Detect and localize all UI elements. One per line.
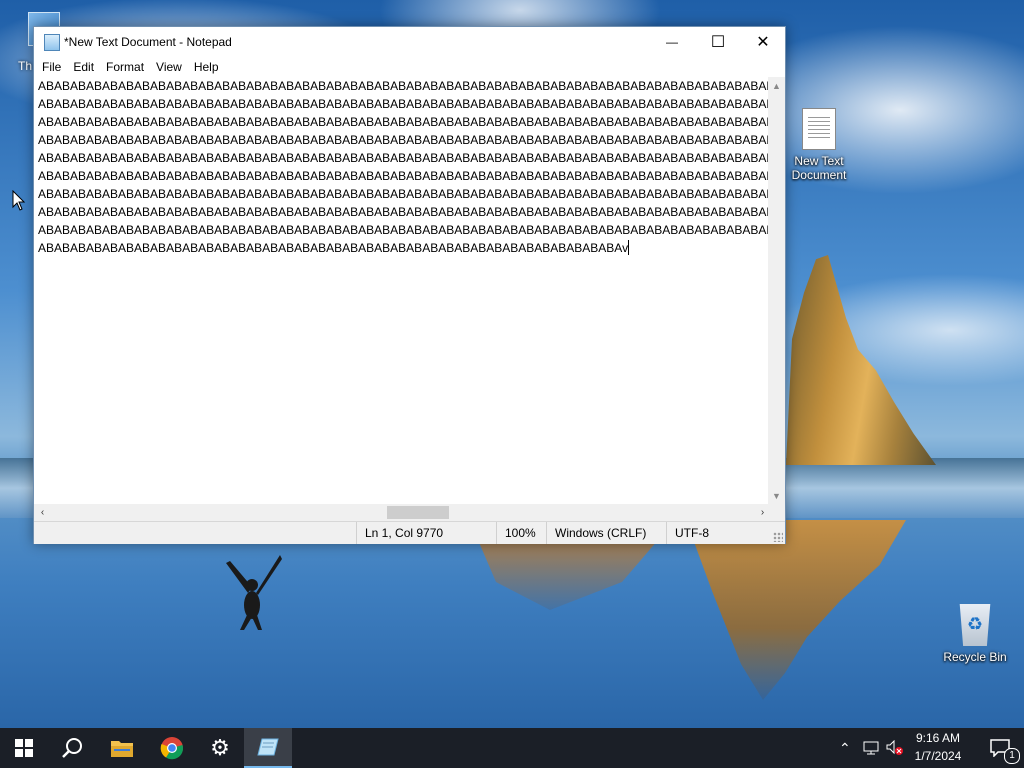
scroll-up-icon[interactable]: ▲ [768,77,785,94]
editor-line: ABABABABABABABABABABABABABABABABABABABAB… [38,133,771,147]
editor-line: ABABABABABABABABABABABABABABABABABABABAB… [38,151,771,165]
folder-icon [111,741,133,757]
notification-center-button[interactable]: 1 [976,728,1024,768]
horizontal-scrollbar[interactable]: ‹ › [34,504,771,521]
vertical-scrollbar[interactable]: ▲ ▼ [768,77,785,504]
start-button[interactable] [0,728,48,768]
title-bar[interactable]: *New Text Document - Notepad — ☐ ✕ [34,27,785,57]
menu-view[interactable]: View [150,60,188,74]
text-caret [628,240,630,255]
window-title: *New Text Document - Notepad [64,35,232,49]
minimize-icon: — [666,35,678,49]
chrome-icon [160,737,184,760]
editor-line: ABABABABABABABABABABABABABABABABABABABAB… [38,223,771,237]
menu-file[interactable]: File [36,60,67,74]
notepad-window[interactable]: *New Text Document - Notepad — ☐ ✕ File … [33,26,786,544]
desktop-icon-label: Th [18,59,33,73]
clock-time[interactable]: 9:16 AM [906,731,970,745]
gear-icon: ⚙ [210,735,230,760]
menu-bar: File Edit Format View Help [34,57,785,77]
taskbar-settings[interactable]: ⚙ [196,728,244,768]
taskbar-chrome[interactable] [148,728,196,768]
editor-line: ABABABABABABABABABABABABABABABABABABABAB… [38,79,771,93]
minimize-button[interactable]: — [649,27,695,57]
desktop-icon-new-text-document[interactable]: New Text Document [779,108,859,182]
text-file-icon [802,108,836,150]
search-button[interactable] [48,728,96,768]
desktop-icon-label: Recycle Bin [943,650,1007,664]
editor-line-text: ABABABABABABABABABABABABABABABABABABABAB… [38,241,629,255]
notepad-icon [44,34,60,51]
editor-line: ABABABABABABABABABABABABABABABABABABABAB… [38,205,771,219]
notepad-icon [257,738,279,756]
desktop-icon-label: New Text Document [791,154,847,182]
clock-date[interactable]: 1/7/2024 [906,749,970,763]
editor-line: ABABABABABABABABABABABABABABABABABABABAB… [38,169,771,183]
editor-line: ABABABABABABABABABABABABABABABABABABABAB… [38,187,771,201]
close-button[interactable]: ✕ [740,27,786,57]
recycle-bin-icon [959,604,991,646]
text-editor[interactable]: ABABABABABABABABABABABABABABABABABABABAB… [34,77,771,504]
chevron-up-icon[interactable]: ⌃ [839,740,851,757]
menu-help[interactable]: Help [188,60,225,74]
cliff-reflection [686,520,906,700]
resize-grip-icon[interactable] [773,532,783,542]
windows-logo-icon [15,739,33,757]
network-icon[interactable] [863,741,879,755]
status-encoding: UTF-8 [666,522,785,544]
status-bar: Ln 1, Col 9770 100% Windows (CRLF) UTF-8 [34,521,785,544]
scroll-left-icon[interactable]: ‹ [34,504,51,521]
horizontal-scroll-thumb[interactable] [387,506,449,519]
cliff-reflection-left [478,540,658,610]
taskbar-notepad[interactable] [244,728,292,768]
menu-format[interactable]: Format [100,60,150,74]
taskbar-file-explorer[interactable] [98,728,146,768]
scrollbar-corner [768,504,785,521]
scroll-down-icon[interactable]: ▼ [768,487,785,504]
taskbar: ⚙ ⌃ 9:16 AM 1/7/2024 1 [0,728,1024,768]
person-silhouette [226,555,282,630]
maximize-icon: ☐ [710,34,726,51]
status-zoom: 100% [496,522,546,544]
mouse-cursor-icon [12,190,26,211]
status-line-ending: Windows (CRLF) [546,522,666,544]
search-icon [62,738,82,758]
notification-badge: 1 [1004,748,1020,764]
status-position: Ln 1, Col 9770 [356,522,496,544]
editor-line: ABABABABABABABABABABABABABABABABABABABAB… [38,115,771,129]
close-icon: ✕ [756,34,770,51]
cliff-rock [786,255,936,465]
menu-edit[interactable]: Edit [67,60,100,74]
maximize-button[interactable]: ☐ [695,27,741,57]
editor-line-last: ABABABABABABABABABABABABABABABABABABABAB… [38,239,630,257]
desktop-icon-recycle-bin[interactable]: Recycle Bin [935,604,1015,664]
editor-line: ABABABABABABABABABABABABABABABABABABABAB… [38,97,771,111]
volume-muted-icon[interactable] [886,740,904,756]
